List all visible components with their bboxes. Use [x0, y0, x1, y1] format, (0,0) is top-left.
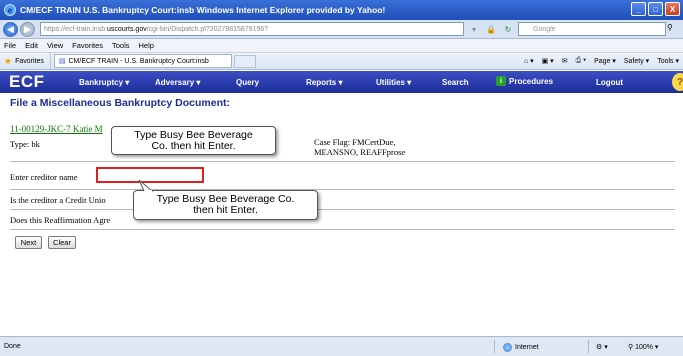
zone-label: Internet	[515, 344, 539, 351]
case-flag-line2: MEANSNO, REAFFprose	[314, 147, 406, 157]
case-number-link[interactable]: 11-00129-JKC-7 Katie M	[10, 124, 103, 134]
status-text: Done	[4, 343, 21, 350]
next-button[interactable]: Next	[15, 236, 42, 249]
browser-tab[interactable]: ▤ CM/ECF TRAIN - U.S. Bankruptcy Court:i…	[53, 54, 232, 68]
nav-adversary[interactable]: Adversary ▾	[155, 78, 200, 87]
nav-logout[interactable]: Logout	[596, 78, 623, 87]
divider	[10, 161, 675, 162]
menu-bar: File Edit View Favorites Tools Help	[0, 39, 683, 53]
case-flags: Case Flag: FMCertDue, MEANSNO, REAFFpros…	[314, 137, 444, 157]
url-host: uscourts.gov	[107, 25, 147, 33]
nav-procedures[interactable]: i Procedures	[496, 76, 553, 86]
menu-edit[interactable]: Edit	[25, 41, 38, 50]
page-title: File a Miscellaneous Bankruptcy Document…	[10, 97, 230, 109]
case-type: Type: bk	[10, 139, 40, 149]
command-bar: ⌂ ▾ ▣ ▾ ✉ ⎙ ▾ Page ▾ Safety ▾ Tools ▾	[524, 53, 679, 69]
procedures-icon: i	[496, 76, 506, 86]
nav-utilities[interactable]: Utilities ▾	[376, 78, 411, 87]
reaffirmation-question: Does this Reaffirmation Agre	[10, 215, 111, 225]
procedures-label: Procedures	[509, 76, 554, 86]
security-zone: Internet	[503, 343, 539, 352]
minimize-button[interactable]: _	[631, 2, 646, 16]
divider	[10, 189, 675, 190]
home-icon[interactable]: ⌂ ▾	[524, 57, 534, 65]
print-icon[interactable]: ⎙ ▾	[576, 57, 587, 65]
help-icon[interactable]: ?	[672, 73, 683, 91]
close-button[interactable]: X	[665, 2, 680, 16]
case-flag-line1: Case Flag: FMCertDue,	[314, 137, 396, 147]
instruction-callout-top: Type Busy Bee Beverage Co. then hit Ente…	[111, 126, 276, 155]
callout-pointer	[138, 180, 154, 192]
globe-icon	[503, 343, 512, 352]
clear-button[interactable]: Clear	[48, 236, 76, 249]
window-controls: _ □ X	[631, 2, 680, 16]
zoom-level[interactable]: ⚲ 100% ▾	[628, 343, 658, 351]
credit-union-question: Is the creditor a Credit Unio	[10, 195, 106, 205]
url-input[interactable]: https://ecf-train.insb. uscourts.gov/cgi-…	[40, 22, 464, 36]
zoom-value: 100%	[635, 344, 653, 351]
maximize-button[interactable]: □	[648, 2, 663, 16]
window-titlebar: e CM/ECF TRAIN U.S. Bankruptcy Court:ins…	[0, 0, 683, 20]
menu-favorites[interactable]: Favorites	[72, 41, 103, 50]
instruction-callout-bottom: Type Busy Bee Beverage Co. then hit Ente…	[133, 190, 318, 220]
feeds-icon[interactable]: ▣ ▾	[542, 57, 554, 65]
tab-label: CM/ECF TRAIN - U.S. Bankruptcy Court:ins…	[68, 57, 209, 65]
window-title: CM/ECF TRAIN U.S. Bankruptcy Court:insb …	[20, 5, 386, 15]
new-tab-button[interactable]	[233, 54, 256, 68]
mail-icon[interactable]: ✉	[562, 57, 568, 65]
favorites-label: Favorites	[15, 57, 44, 65]
menu-view[interactable]: View	[47, 41, 63, 50]
menu-tools[interactable]: Tools	[112, 41, 130, 50]
page-icon: ▤	[58, 58, 66, 65]
internet-explorer-icon: e	[4, 4, 16, 16]
page-menu[interactable]: Page ▾	[594, 57, 616, 65]
divider	[10, 209, 675, 210]
ecf-navbar: ECF Bankruptcy ▾ Adversary ▾ Query Repor…	[0, 71, 683, 93]
star-icon: ★	[4, 55, 13, 66]
search-icon[interactable]: ⚲	[667, 23, 673, 32]
nav-search[interactable]: Search	[442, 78, 469, 87]
ecf-logo: ECF	[9, 72, 45, 91]
callout-top-line2: Co. then hit Enter.	[151, 140, 236, 152]
callout-bottom-line2: then hit Enter.	[193, 204, 258, 216]
lock-icon[interactable]: 🔒	[484, 23, 498, 36]
refresh-icon[interactable]: ↻	[501, 23, 515, 36]
url-rest: /cgi-bin/Dispatch.pl?20278815879196?	[146, 25, 269, 33]
divider	[588, 340, 589, 353]
menu-file[interactable]: File	[4, 41, 16, 50]
back-button[interactable]: ◀	[3, 21, 18, 37]
status-bar: Done Internet ⚙ ▾ ⚲ 100% ▾	[0, 336, 683, 356]
divider	[10, 229, 675, 230]
menu-help[interactable]: Help	[139, 41, 154, 50]
compat-view-icon[interactable]: ▾	[467, 23, 481, 36]
nav-query[interactable]: Query	[236, 78, 259, 87]
nav-bankruptcy[interactable]: Bankruptcy ▾	[79, 78, 129, 87]
nav-reports[interactable]: Reports ▾	[306, 78, 342, 87]
creditor-name-label: Enter creditor name	[10, 172, 78, 182]
tools-menu[interactable]: Tools ▾	[657, 57, 679, 65]
favorites-bar: ★ Favorites ▤ CM/ECF TRAIN - U.S. Bankru…	[0, 53, 683, 70]
favorites-button[interactable]: ★ Favorites	[0, 53, 51, 69]
url-prefix: https://ecf-train.insb.	[44, 25, 108, 33]
search-input[interactable]: Google	[518, 22, 666, 36]
safety-menu[interactable]: Safety ▾	[624, 57, 649, 65]
forward-button[interactable]: ▶	[20, 21, 35, 37]
divider	[494, 340, 495, 353]
protected-mode-icon[interactable]: ⚙ ▾	[596, 343, 608, 351]
address-bar: ◀ ▶ https://ecf-train.insb. uscourts.gov /…	[0, 20, 683, 39]
